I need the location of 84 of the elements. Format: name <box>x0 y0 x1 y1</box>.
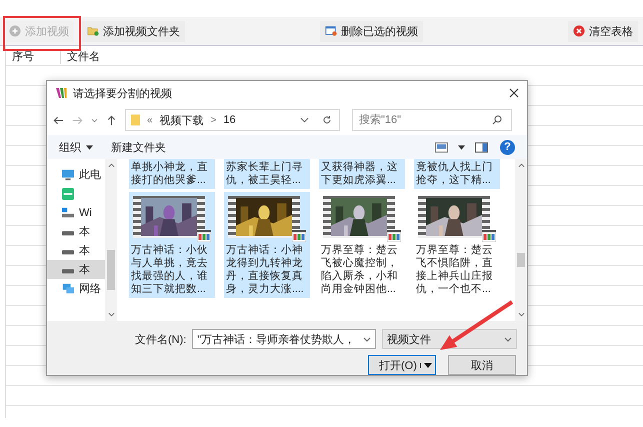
video-badge-icon <box>197 230 211 242</box>
nav-item[interactable]: 本 <box>47 260 105 279</box>
caret-icon[interactable] <box>458 144 465 150</box>
file-name: 万界至尊：楚云飞不惧陷阱，直接上神兵山庄报仇，一个也不... <box>416 244 494 296</box>
file-name: 竟被仇人找上门抢夺，这下精... <box>416 161 494 187</box>
toolbar-button[interactable]: 删除已选的视频 <box>320 20 423 42</box>
chevron-down-icon[interactable] <box>300 117 309 123</box>
up-arrow-icon[interactable] <box>106 114 117 126</box>
file-tile[interactable]: 苏家长辈上门寻仇，被王昊轻... <box>224 159 310 189</box>
folder-add-icon <box>87 25 99 37</box>
breadcrumb[interactable]: 16 <box>223 114 236 126</box>
plus-icon <box>9 25 21 37</box>
breadcrumb-separator: > <box>210 114 216 126</box>
nav-item[interactable]: 网络 <box>47 279 105 298</box>
help-button[interactable]: ? <box>500 140 515 154</box>
file-name: 又获得神器，这下更如虎添翼... <box>321 161 399 187</box>
scrollbar[interactable] <box>105 159 117 321</box>
file-name: 万古神话：小神龙得到九转神龙丹，直接恢复真身，灵力大涨.... <box>226 244 305 296</box>
caret-icon[interactable] <box>420 362 435 368</box>
file-tile[interactable]: 万古神话：小神龙得到九转神龙丹，直接恢复真身，灵力大涨.... <box>224 192 310 298</box>
caret-icon <box>86 144 93 150</box>
window-remove-icon <box>325 25 337 37</box>
file-type-dropdown[interactable]: 视频文件 <box>382 329 517 349</box>
scroll-thumb[interactable] <box>517 253 525 267</box>
scroll-down-icon[interactable] <box>108 312 114 317</box>
file-name: 单挑小神龙，直接打的他哭爹... <box>131 161 209 187</box>
search-field[interactable]: 搜索"16" <box>352 109 512 131</box>
chevron-down-icon <box>504 336 512 342</box>
toolbar-button[interactable]: 添加视频文件夹 <box>82 20 185 42</box>
preview-pane-icon[interactable] <box>475 142 488 152</box>
nav-item[interactable]: Wi <box>47 203 105 222</box>
drive-icon <box>61 206 75 218</box>
file-tile[interactable]: 万界至尊：楚云飞被心魔控制，陷入厮杀，小和尚用金钟困他... <box>319 192 405 298</box>
network-icon <box>61 282 75 294</box>
file-tile[interactable]: 又获得神器，这下更如虎添翼... <box>319 159 405 189</box>
nav-label: 网络 <box>79 282 101 296</box>
video-badge-icon <box>387 230 401 242</box>
nav-item[interactable]: 本 <box>47 241 105 260</box>
file-name: 苏家长辈上门寻仇，被王昊轻... <box>226 161 304 187</box>
close-icon[interactable] <box>509 88 519 98</box>
video-badge-icon <box>292 230 306 242</box>
computer-icon <box>61 168 75 180</box>
nav-item[interactable]: 本 <box>47 222 105 241</box>
toolbar-button[interactable]: 清空表格 <box>568 20 638 42</box>
overflow-chevron[interactable]: « <box>147 114 153 126</box>
file-name: 万古神话：小伙与人单挑，竟去找最强的人，谁知三下就把数... <box>131 244 209 296</box>
back-arrow-icon[interactable] <box>53 114 64 126</box>
filename-field[interactable]: "万古神话：导师亲眷仗势欺人， <box>192 329 376 349</box>
app-icon <box>55 87 67 99</box>
breadcrumb[interactable]: 视频下载 <box>160 112 204 128</box>
scroll-thumb[interactable] <box>107 250 115 290</box>
cancel-button[interactable]: 取消 <box>448 355 516 375</box>
app-icon <box>61 188 75 200</box>
video-badge-icon <box>482 230 496 242</box>
dialog-title: 请选择要分割的视频 <box>73 86 173 100</box>
scrollbar[interactable] <box>515 159 527 321</box>
open-button[interactable]: 打开(O) <box>368 355 436 375</box>
folder-icon <box>131 114 140 126</box>
scroll-up-icon[interactable] <box>518 163 524 168</box>
scroll-down-icon[interactable] <box>518 312 524 317</box>
close-icon <box>573 25 585 37</box>
file-tile[interactable]: 万界至尊：楚云飞不惧陷阱，直接上神兵山庄报仇，一个也不... <box>414 192 500 298</box>
nav-label: Wi <box>79 206 92 218</box>
nav-label: 本 <box>79 225 90 239</box>
view-icon[interactable] <box>435 142 448 152</box>
scroll-up-icon[interactable] <box>108 163 114 168</box>
filename-label: 文件名(N): <box>135 332 186 346</box>
refresh-icon <box>322 115 332 125</box>
nav-label: 本 <box>79 244 90 258</box>
refresh-button[interactable] <box>314 109 340 131</box>
chevron-down-icon <box>363 336 372 342</box>
organize-menu[interactable]: 组织 <box>59 140 93 154</box>
file-name: 万界至尊：楚云飞被心魔控制，陷入厮杀，小和尚用金钟困他... <box>321 244 399 296</box>
nav-label: 本 <box>79 263 90 277</box>
nav-item[interactable]: 此电 <box>47 165 105 184</box>
file-tile[interactable]: 万古神话：小伙与人单挑，竟去找最强的人，谁知三下就把数... <box>129 192 215 298</box>
nav-label: 此电 <box>79 168 101 182</box>
chevron-down-icon[interactable] <box>91 118 98 122</box>
new-folder-button[interactable]: 新建文件夹 <box>111 140 166 154</box>
column-header: 序号 <box>6 48 61 64</box>
column-header: 文件名 <box>66 50 100 64</box>
file-tile[interactable]: 单挑小神龙，直接打的他哭爹... <box>129 159 215 189</box>
file-tile[interactable]: 竟被仇人找上门抢夺，这下精... <box>414 159 500 189</box>
address-bar[interactable]: « 视频下载 > 16 <box>125 109 315 131</box>
